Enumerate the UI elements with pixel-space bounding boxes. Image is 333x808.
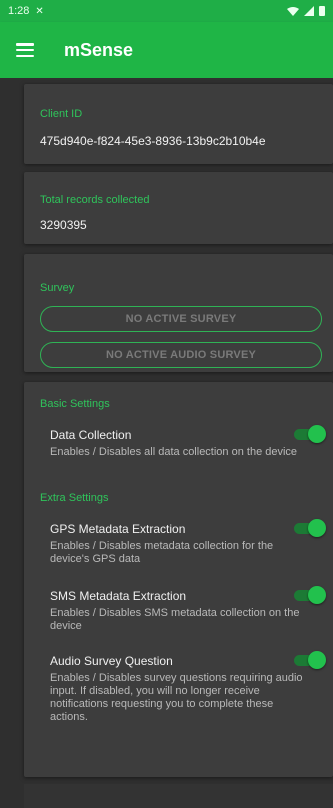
app-title: mSense: [64, 39, 134, 60]
sms-metadata-toggle[interactable]: [294, 586, 326, 604]
x-notification-icon: ✕: [35, 5, 44, 17]
bottom-strip: [24, 784, 333, 808]
sms-metadata-title: SMS Metadata Extraction: [50, 589, 187, 603]
main-content[interactable]: Client ID 475d940e-f824-45e3-8936-13b9c2…: [0, 78, 333, 808]
signal-icon: [304, 6, 314, 16]
wifi-icon: [287, 6, 299, 16]
survey-label: Survey: [40, 282, 75, 294]
status-time: 1:28: [8, 5, 30, 17]
client-id-card: Client ID 475d940e-f824-45e3-8936-13b9c2…: [24, 84, 333, 164]
status-bar: 1:28 ✕: [0, 0, 333, 22]
battery-icon: [319, 6, 325, 16]
audio-survey-description: Enables / Disables survey questions requ…: [50, 672, 303, 723]
sms-metadata-description: Enables / Disables SMS metadata collecti…: [50, 607, 300, 632]
no-active-survey-button[interactable]: NO ACTIVE SURVEY: [40, 306, 322, 332]
toggle-thumb: [308, 586, 326, 604]
gps-metadata-title: GPS Metadata Extraction: [50, 522, 186, 536]
records-label: Total records collected: [40, 194, 150, 206]
audio-survey-title: Audio Survey Question: [50, 654, 173, 668]
gps-metadata-description: Enables / Disables metadata collection f…: [50, 540, 274, 565]
survey-card: Survey NO ACTIVE SURVEY NO ACTIVE AUDIO …: [24, 254, 333, 372]
hamburger-menu-icon[interactable]: [16, 43, 34, 57]
audio-survey-toggle[interactable]: [294, 651, 326, 669]
status-right: [287, 6, 325, 16]
app-bar: mSense: [0, 22, 333, 78]
extra-settings-label: Extra Settings: [40, 492, 109, 504]
data-collection-title: Data Collection: [50, 428, 132, 442]
settings-card: Basic Settings Data Collection Enables /…: [24, 382, 333, 777]
status-left: 1:28 ✕: [8, 5, 44, 17]
toggle-thumb: [308, 651, 326, 669]
toggle-thumb: [308, 519, 326, 537]
data-collection-description: Enables / Disables all data collection o…: [50, 446, 298, 458]
gps-metadata-toggle[interactable]: [294, 519, 326, 537]
basic-settings-label: Basic Settings: [40, 398, 110, 410]
records-card: Total records collected 3290395: [24, 172, 333, 244]
client-id-value: 475d940e-f824-45e3-8936-13b9c2b10b4e: [40, 134, 266, 148]
no-active-audio-survey-button[interactable]: NO ACTIVE AUDIO SURVEY: [40, 342, 322, 368]
client-id-label: Client ID: [40, 108, 83, 120]
records-value: 3290395: [40, 218, 87, 232]
data-collection-toggle[interactable]: [294, 425, 326, 443]
toggle-thumb: [308, 425, 326, 443]
